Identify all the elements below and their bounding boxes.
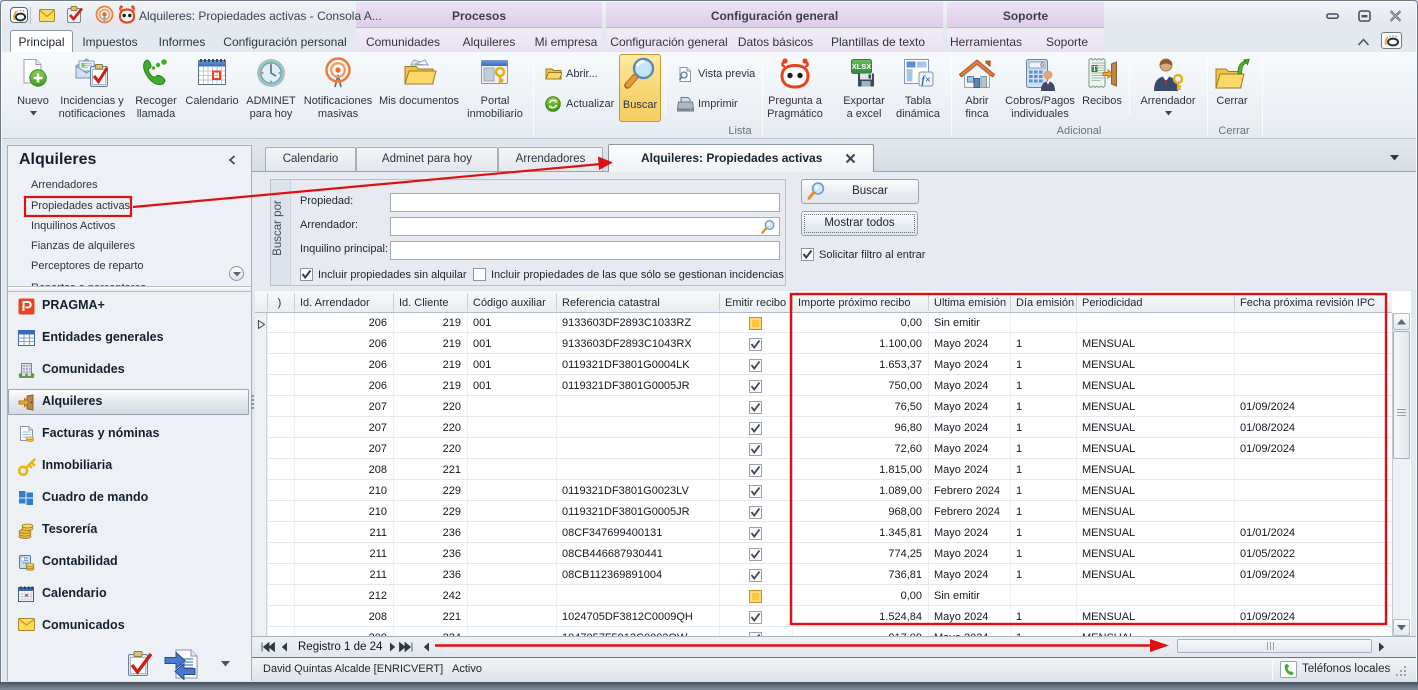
svg-text:f×: f× bbox=[921, 75, 930, 86]
svg-text:T: T bbox=[1092, 65, 1097, 73]
svg-text:XLSX: XLSX bbox=[852, 62, 872, 71]
svg-text:0: 0 bbox=[1040, 62, 1044, 69]
